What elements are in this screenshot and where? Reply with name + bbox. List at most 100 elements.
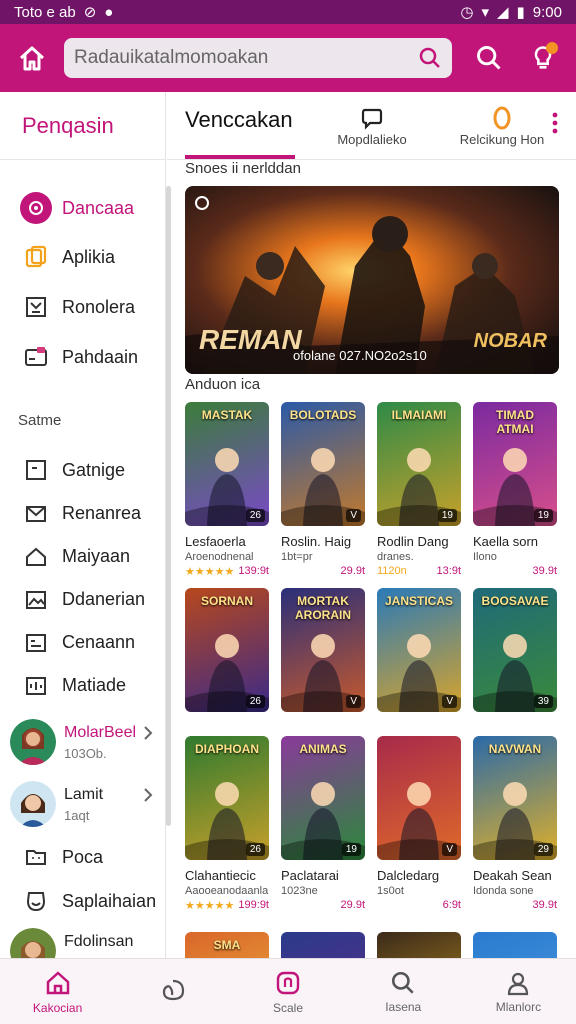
rating-stars: ★★★★★ <box>185 566 235 578</box>
status-time: 9:00 <box>532 3 562 21</box>
sidebar-item-apps[interactable]: Aplikia <box>0 232 165 282</box>
game-card[interactable]: V Dalcledarg 1s0ot 6:9t <box>377 736 461 912</box>
game-thumbnail: SORNAN 26 <box>185 588 269 712</box>
tab-sub-1[interactable]: Mopdlalieko <box>307 92 437 159</box>
search-box[interactable] <box>64 38 452 78</box>
game-card[interactable] <box>473 932 557 958</box>
sidebar-item-calendar[interactable]: Cenaann <box>0 621 165 664</box>
game-card[interactable]: SORNAN 26 <box>185 588 269 712</box>
game-grid-row-2: SORNAN 26 MORTAK ARORAIN V JANSTICAS V BOOSAVA… <box>185 588 559 712</box>
game-subtitle: 1023ne <box>281 885 318 897</box>
game-price: 39.9t <box>532 899 557 911</box>
tab-main[interactable]: Venccakan <box>167 92 307 159</box>
featured-banner[interactable]: REMAN NOBAR ofolane 027.NO2o2s10 <box>185 186 559 374</box>
game-card[interactable]: JANSTICAS V <box>377 588 461 712</box>
game-card[interactable]: ILMAIAMI 19 Rodlin Dang dranes. 1120n 13:9t <box>377 402 461 578</box>
bottom-nav: Kakocian Scale Iasena Mlanlorc <box>0 958 576 1024</box>
game-thumbnail: V <box>377 736 461 860</box>
sidebar-item-mail[interactable]: Renanrea <box>0 492 165 535</box>
grid-section-label: Anduon ica <box>185 376 261 393</box>
game-badge: 26 <box>245 843 265 856</box>
game-meta-row: 29.9t <box>281 565 365 577</box>
sidebar-item-smile[interactable]: Saplaihaian <box>0 879 165 923</box>
game-price: 29.9t <box>340 565 365 577</box>
game-subtitle: 1bt=pr <box>281 551 313 563</box>
smile-icon <box>20 885 52 917</box>
game-grid-row-1: MASTAK 26 Lesfaoerla Aroenodnenal ★★★★★ 139:9… <box>185 402 559 578</box>
notification-dot <box>546 42 558 54</box>
game-badge: V <box>346 509 361 522</box>
search-button[interactable] <box>462 24 516 92</box>
game-thumbnail: NAVWAN 29 <box>473 736 557 860</box>
profile-icon <box>508 972 529 995</box>
notifications-button[interactable] <box>516 24 570 92</box>
sidebar-item-label: Renanrea <box>62 503 142 523</box>
nav-profile[interactable]: Mlanlorc <box>461 959 576 1024</box>
sidebar-item-folder[interactable]: Poca <box>0 835 165 879</box>
game-meta-row: 39.9t <box>473 565 557 577</box>
battery-icon: ▮ <box>516 4 525 21</box>
sidebar-item-label: Saplaihaian <box>62 890 157 911</box>
game-price: 13:9t <box>436 565 461 577</box>
nav-search[interactable]: Iasena <box>346 959 461 1024</box>
game-grid-row-4: SMA <box>185 932 559 958</box>
game-badge: 19 <box>533 509 553 522</box>
game-name: Roslin. Haig <box>281 534 352 549</box>
game-logo-text: NAVWAN <box>488 742 542 756</box>
game-card[interactable] <box>377 932 461 958</box>
tab-label: Mopdlalieko <box>337 131 407 147</box>
chevron-right-icon <box>143 787 153 808</box>
game-thumbnail <box>377 932 461 958</box>
game-thumbnail: BOOSAVAE 39 <box>473 588 557 712</box>
game-card[interactable]: BOLOTADS V Roslin. Haig 1bt=pr 29.9t <box>281 402 365 578</box>
game-card[interactable]: SMA <box>185 932 269 958</box>
game-card[interactable] <box>281 932 365 958</box>
game-card[interactable]: DIAPHOAN 26 Clahantiecic Aaooeanodaanla. ★★★… <box>185 736 269 912</box>
search-input[interactable] <box>74 47 418 69</box>
home-icon <box>19 46 45 71</box>
gamepad-icon <box>20 192 52 224</box>
game-card[interactable]: MASTAK 26 Lesfaoerla Aroenodnenal ★★★★★ 139:9… <box>185 402 269 578</box>
sidebar-user-2[interactable]: Lamit 1aqt <box>0 773 165 835</box>
game-thumbnail: ANIMAS 19 <box>281 736 365 860</box>
game-card[interactable]: MORTAK ARORAIN V <box>281 588 365 712</box>
sidebar-item-list[interactable]: Gatnige <box>0 448 165 492</box>
tab-sub-2[interactable]: Relcikung Hon <box>437 92 567 159</box>
game-name: Kaella sorn <box>473 534 539 549</box>
more-options-button[interactable] <box>552 112 558 139</box>
game-badge: 26 <box>245 695 265 708</box>
sidebar-item-grid[interactable]: Ronolera <box>0 282 165 332</box>
sidebar-item-image[interactable]: Ddanerian <box>0 578 165 621</box>
game-logo-text: BOOSAVAE <box>481 594 549 608</box>
game-card[interactable]: NAVWAN 29 Deakah Sean Idonda sone 39.9t <box>473 736 557 912</box>
leaf-icon <box>162 979 184 1000</box>
chevron-right-icon <box>143 725 153 746</box>
game-card[interactable]: TIMAD ATMAI 19 Kaella sorn Ilono 39.9t <box>473 402 557 578</box>
sidebar-user-1[interactable]: MolarBeel 103Ob. <box>0 711 165 773</box>
home-button[interactable] <box>0 24 64 92</box>
sidebar-item-games[interactable]: Dancaaa <box>0 184 165 232</box>
nav-shop[interactable]: Scale <box>230 959 345 1024</box>
sidebar-item-label: Gatnige <box>62 459 126 480</box>
game-logo-text: DIAPHOAN <box>194 742 259 756</box>
search-icon[interactable] <box>418 46 442 70</box>
game-badge: V <box>346 695 361 708</box>
game-logo-text: MASTAK <box>201 408 253 422</box>
sidebar-item-wallet[interactable]: Pahdaain <box>0 332 165 382</box>
game-logo-text: BOLOTADS <box>289 408 357 422</box>
game-name: Rodlin Dang <box>377 534 449 549</box>
game-thumbnail: JANSTICAS V <box>377 588 461 712</box>
sidebar-item-home[interactable]: Maiyaan <box>0 535 165 578</box>
sidebar-item-chart[interactable]: Matiade <box>0 664 165 707</box>
game-price: 139:9t <box>238 565 269 577</box>
sidebar-item-label: Dancaaa <box>62 197 135 218</box>
banner-meta: ofolane 027.NO2o2s10 <box>293 348 427 363</box>
more-vert-icon <box>552 112 558 134</box>
game-card[interactable]: ANIMAS 19 Paclatarai 1023ne 29.9t <box>281 736 365 912</box>
nav-home[interactable]: Kakocian <box>0 959 115 1024</box>
nav-leaf[interactable] <box>115 959 230 1024</box>
tab-label: Relcikung Hon <box>459 131 545 147</box>
wallet-icon <box>20 341 52 373</box>
game-card[interactable]: BOOSAVAE 39 <box>473 588 557 712</box>
game-logo-text: SMA <box>213 938 241 952</box>
